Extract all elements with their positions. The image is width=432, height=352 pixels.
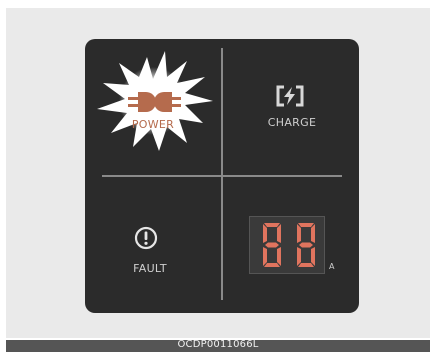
seven-segment-display <box>249 216 325 274</box>
status-panel: POWER CHARGE FAULT A <box>85 39 359 313</box>
power-indicator: POWER <box>85 39 222 176</box>
power-glow-icon <box>97 51 213 151</box>
caption-bar: OCDP0011066L <box>6 339 430 352</box>
current-indicator: A <box>222 176 359 313</box>
fault-indicator: FAULT <box>85 176 222 313</box>
fault-label: FAULT <box>133 262 167 275</box>
digit-2 <box>297 223 315 267</box>
image-caption: OCDP0011066L <box>177 339 259 350</box>
exclamation-circle-icon <box>134 226 158 250</box>
power-label: POWER <box>131 118 175 131</box>
charge-label: CHARGE <box>267 116 317 129</box>
digit-1 <box>263 223 281 267</box>
charge-indicator: CHARGE <box>222 39 359 176</box>
charging-bolt-icon <box>276 85 304 107</box>
current-unit-label: A <box>329 262 335 271</box>
